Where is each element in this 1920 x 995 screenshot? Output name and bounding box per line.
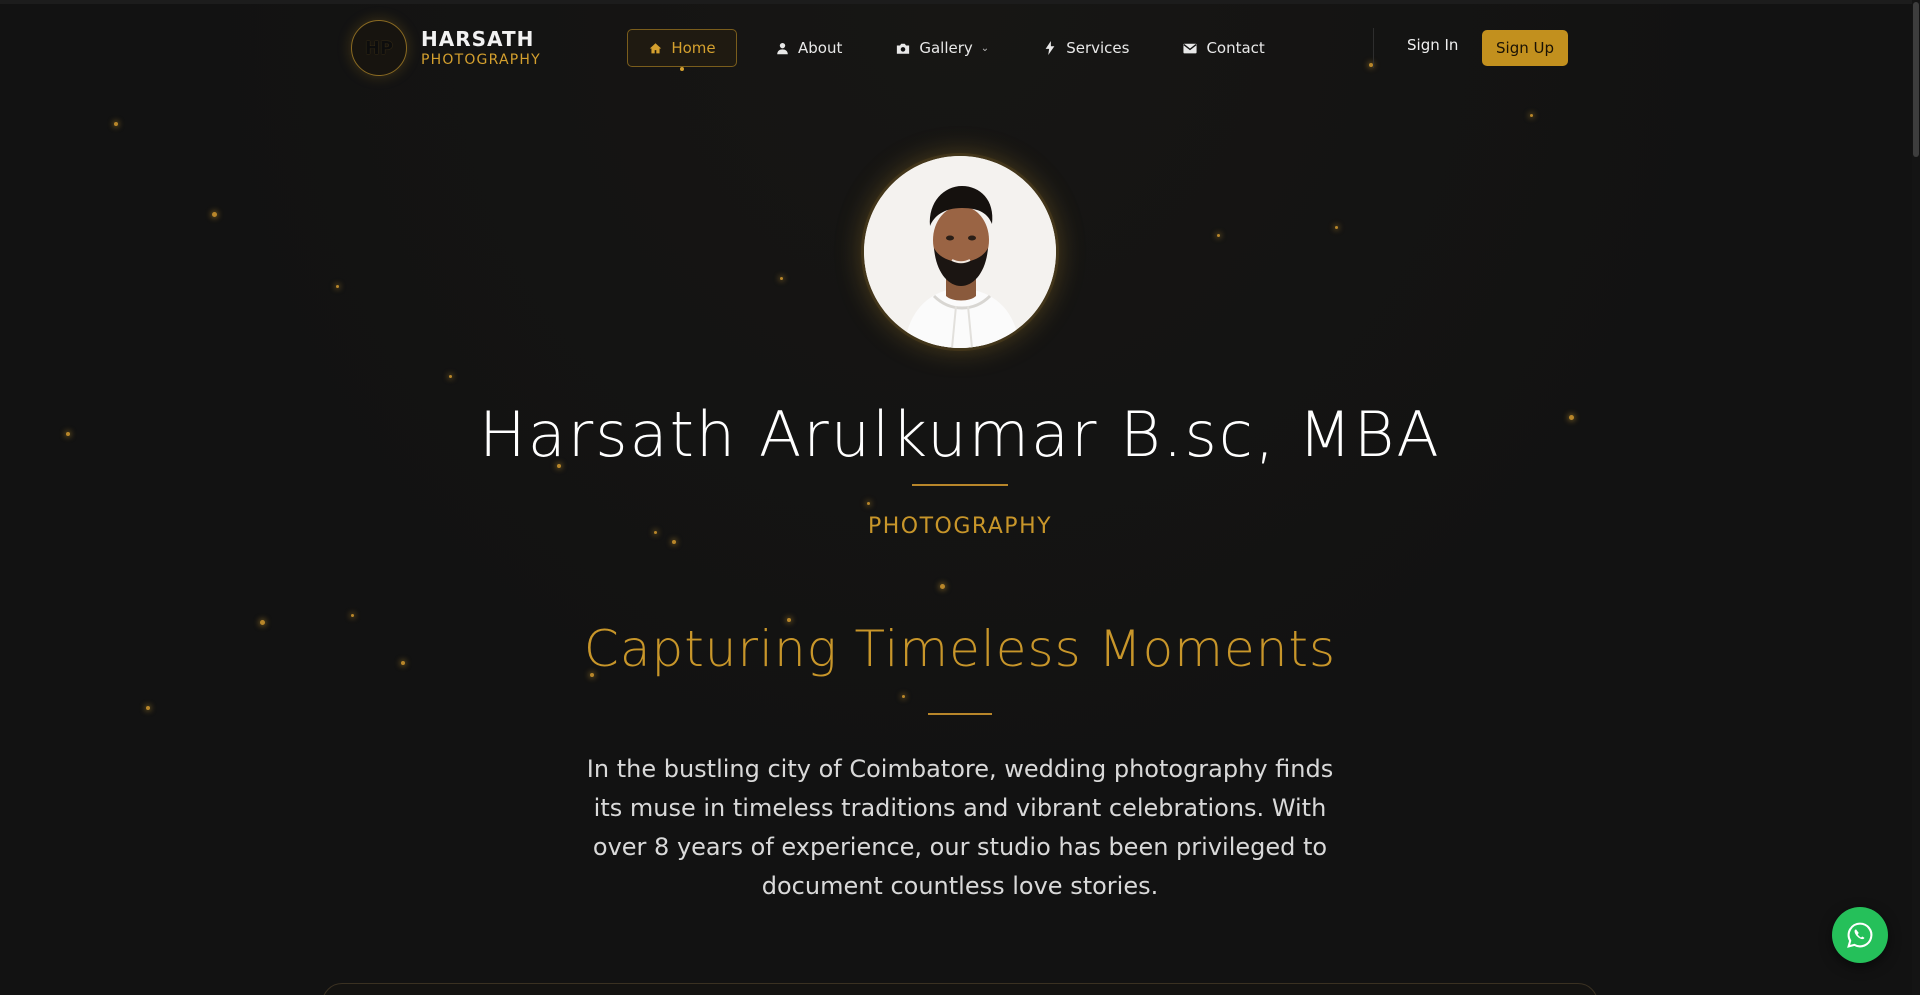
particle: [351, 614, 354, 617]
bolt-icon: [1043, 41, 1057, 55]
hero-paragraph: In the bustling city of Coimbatore, wedd…: [586, 755, 1334, 900]
main-nav: Home About Gallery ⌄ Services Contact: [627, 29, 1281, 71]
profile-subtitle: PHOTOGRAPHY: [867, 514, 1053, 539]
headline-underline: [928, 713, 992, 715]
particle: [1217, 234, 1220, 237]
content-card: [322, 983, 1598, 995]
particle: [672, 540, 676, 544]
particle: [780, 277, 783, 280]
camera-icon: [896, 41, 910, 55]
scrollbar[interactable]: [1912, 0, 1920, 995]
nav-home-label: Home: [671, 39, 716, 57]
user-icon: [775, 41, 789, 55]
nav-services[interactable]: Services: [1027, 29, 1145, 67]
page: HP HARSATH PHOTOGRAPHY Home About Galler…: [0, 0, 1920, 995]
brand-logo[interactable]: HP HARSATH PHOTOGRAPHY: [351, 20, 541, 76]
nav-contact[interactable]: Contact: [1167, 29, 1280, 67]
scrollbar-thumb[interactable]: [1913, 2, 1919, 157]
particle: [449, 375, 452, 378]
nav-about-label: About: [798, 39, 843, 57]
logo-initials: HP: [364, 37, 394, 59]
particle: [146, 706, 150, 710]
nav-services-label: Services: [1066, 39, 1130, 57]
particle: [336, 285, 339, 288]
particle: [902, 695, 905, 698]
nav-home[interactable]: Home: [627, 29, 737, 71]
nav-contact-label: Contact: [1206, 39, 1265, 57]
particle: [212, 212, 217, 217]
brand-text: HARSATH PHOTOGRAPHY: [421, 28, 541, 68]
hero-headline: Capturing Timeless Moments: [583, 620, 1337, 678]
particle: [1530, 114, 1533, 117]
profile-photo: [864, 156, 1056, 348]
name-underline: [912, 484, 1008, 486]
site-header: HP HARSATH PHOTOGRAPHY Home About Galler…: [0, 0, 1920, 96]
particle: [114, 122, 118, 126]
nav-about[interactable]: About: [759, 29, 858, 67]
profile-name: Harsath Arulkumar B.sc, MBA: [479, 398, 1441, 471]
nav-divider: [1373, 28, 1374, 68]
sign-up-button[interactable]: Sign Up: [1482, 30, 1568, 66]
particle: [867, 502, 870, 505]
chevron-down-icon: ⌄: [980, 42, 990, 54]
whatsapp-button[interactable]: [1832, 907, 1888, 963]
logo-badge: HP: [351, 20, 407, 76]
home-icon: [648, 41, 662, 55]
nav-gallery-label: Gallery: [919, 39, 973, 57]
brand-name: HARSATH: [421, 26, 535, 51]
particle: [940, 584, 945, 589]
brand-tagline: PHOTOGRAPHY: [421, 51, 541, 68]
nav-gallery[interactable]: Gallery ⌄: [880, 29, 1005, 67]
sign-in-link[interactable]: Sign In: [1407, 36, 1458, 54]
particle: [1335, 226, 1338, 229]
mail-icon: [1183, 41, 1198, 55]
whatsapp-icon: [1847, 922, 1873, 948]
